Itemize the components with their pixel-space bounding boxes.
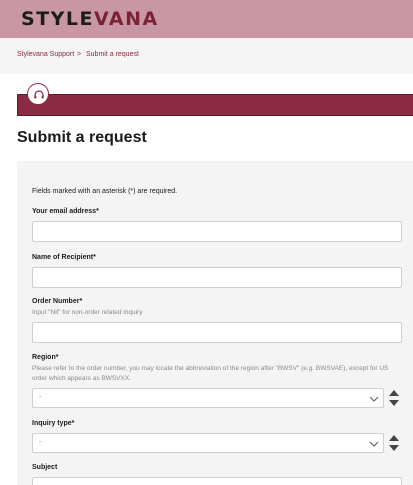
inquiry-selected-value: - xyxy=(39,439,42,446)
breadcrumb-separator: > xyxy=(77,51,82,58)
email-label: Your email address* xyxy=(32,208,99,215)
email-field[interactable] xyxy=(32,221,402,242)
breadcrumb-link-submit-request[interactable]: Submit a request xyxy=(86,51,139,58)
region-selected-value: - xyxy=(39,394,42,401)
region-select[interactable]: - xyxy=(32,388,384,408)
up-down-arrows-icon[interactable] xyxy=(387,388,401,408)
chevron-down-icon xyxy=(369,441,379,447)
stylevana-logo[interactable]: STYLEVANA xyxy=(21,8,159,30)
order-number-help: Input "Nil" for non-order related inquir… xyxy=(32,309,143,316)
region-label: Region* xyxy=(32,354,59,361)
headset-badge xyxy=(27,83,49,105)
required-fields-note: Fields marked with an asterisk (*) are r… xyxy=(32,188,178,195)
support-banner xyxy=(17,94,413,116)
region-help: Please refer to the order number, you ma… xyxy=(32,365,389,382)
recipient-label: Name of Recipient* xyxy=(32,254,96,261)
logo-text-vana: VANA xyxy=(94,8,159,30)
page-title: Submit a request xyxy=(17,129,147,146)
order-number-field[interactable] xyxy=(32,322,402,343)
site-header: STYLEVANA xyxy=(0,0,413,38)
recipient-name-field[interactable] xyxy=(32,267,402,288)
subject-label: Subject xyxy=(32,464,58,471)
subject-field[interactable] xyxy=(32,477,402,485)
up-down-arrows-icon[interactable] xyxy=(387,433,401,453)
inquiry-type-select[interactable]: - xyxy=(32,433,384,453)
inquiry-type-label: Inquiry type* xyxy=(32,420,75,427)
logo-text-style: STYLE xyxy=(21,8,94,30)
chevron-down-icon xyxy=(369,396,379,402)
headset-icon xyxy=(34,90,44,99)
order-number-label: Order Number* xyxy=(32,298,83,305)
breadcrumb-link-support[interactable]: Stylevana Support xyxy=(17,51,74,58)
